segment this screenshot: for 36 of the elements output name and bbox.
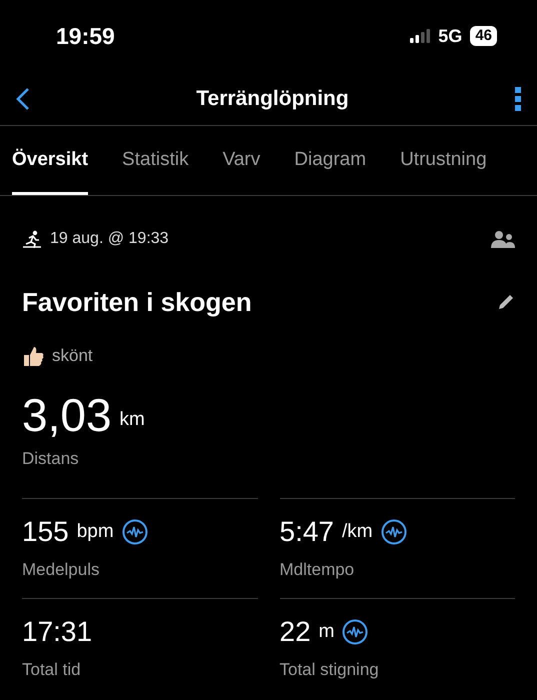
more-icon[interactable]: [515, 86, 521, 110]
network-label: 5G: [438, 24, 462, 48]
chart-icon[interactable]: [122, 519, 148, 545]
chart-icon[interactable]: [380, 519, 407, 545]
stat-label: Mdltempo: [280, 559, 356, 581]
activity-date: 19 aug. @ 19:33: [50, 229, 169, 249]
people-icon[interactable]: [491, 230, 515, 248]
stat-value: 17:31: [22, 615, 92, 649]
activity-name: Favoriten i skogen: [22, 286, 252, 318]
stat-value: 155: [22, 515, 69, 549]
screen-title: Terränglöpning: [196, 86, 349, 112]
clock-time: 19:59: [56, 22, 115, 51]
distance-value: 3,03: [22, 392, 112, 438]
tab[interactable]: Varv: [222, 126, 260, 195]
tab[interactable]: Statistik: [122, 126, 189, 195]
stat-unit: /km: [342, 520, 373, 544]
stat-label: Total stigning: [280, 659, 380, 681]
distance-unit: km: [120, 408, 145, 432]
battery-level: 46: [470, 26, 497, 46]
tab[interactable]: Utrustning: [400, 126, 487, 195]
stat-unit: bpm: [76, 520, 114, 544]
stat-label: Total tid: [22, 659, 82, 681]
stat-label: Medelpuls: [22, 559, 100, 581]
back-icon[interactable]: [16, 86, 30, 110]
thumbs-up-icon: [22, 345, 44, 367]
stat-value: 5:47: [280, 515, 334, 549]
stat-unit: m: [318, 620, 334, 644]
tab[interactable]: Diagram: [294, 126, 366, 195]
tab[interactable]: Översikt: [12, 126, 88, 195]
pencil-icon[interactable]: [497, 293, 515, 311]
runner-icon: [22, 230, 42, 248]
feeling-text: skönt: [52, 345, 93, 368]
stat-value: 22: [280, 615, 311, 649]
chart-icon[interactable]: [342, 619, 368, 645]
signal-icon: [410, 29, 430, 43]
distance-label: Distans: [22, 448, 80, 470]
